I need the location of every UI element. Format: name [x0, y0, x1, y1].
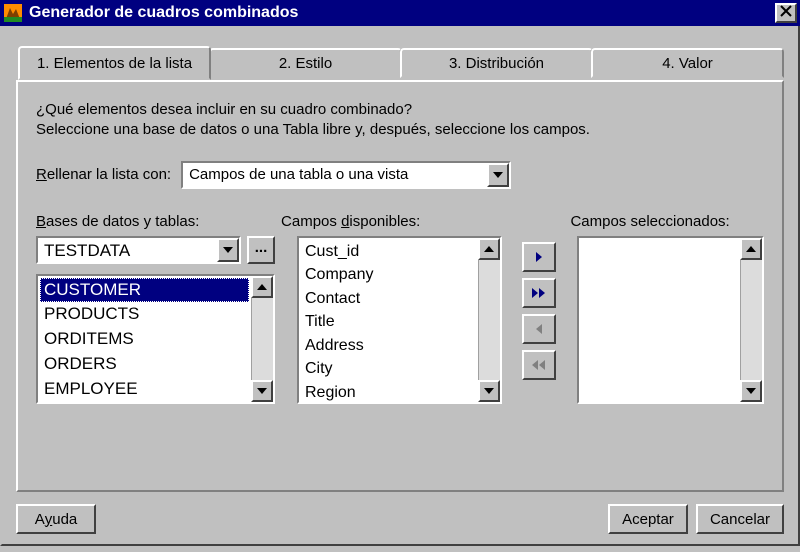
list-item[interactable]: Cust_id	[301, 240, 476, 264]
scroll-down-button[interactable]	[251, 380, 273, 402]
scroll-track[interactable]	[740, 260, 762, 380]
double-arrow-right-icon	[531, 287, 547, 299]
list-item[interactable]: PRODUCTS	[40, 302, 249, 327]
db-label-rest: ases de datos y tablas:	[46, 213, 199, 230]
list-item[interactable]: CUSTOMER	[40, 278, 249, 303]
tab-panel: ¿Qué elementos desea incluir en su cuadr…	[16, 80, 784, 492]
scroll-up-button[interactable]	[478, 238, 500, 260]
available-fields-listbox[interactable]: Cust_id Company Contact Title Address Ci…	[297, 236, 502, 404]
tab-distribution[interactable]: 3. Distribución	[400, 48, 593, 78]
app-icon	[3, 3, 23, 23]
fill-label: Rellenar la lista con:	[36, 166, 171, 183]
tab-value[interactable]: 4. Valor	[591, 48, 784, 78]
chevron-up-icon	[746, 246, 756, 252]
chevron-down-icon	[223, 247, 233, 253]
tab-strip: 1. Elementos de la lista 2. Estilo 3. Di…	[16, 46, 784, 80]
chevron-down-icon	[257, 388, 267, 394]
window-title: Generador de cuadros combinados	[29, 4, 775, 22]
fill-combo[interactable]: Campos de una tabla o una vista	[181, 161, 511, 189]
list-item[interactable]: EMPLOYEE	[40, 377, 249, 401]
selected-fields-list[interactable]	[579, 238, 740, 402]
fill-row: Rellenar la lista con: Campos de una tab…	[36, 161, 764, 189]
scroll-track[interactable]	[251, 298, 273, 380]
chevron-up-icon	[257, 284, 267, 290]
selected-fields-listbox[interactable]	[577, 236, 764, 404]
title-bar: Generador de cuadros combinados	[0, 0, 800, 26]
tab-elements[interactable]: 1. Elementos de la lista	[18, 46, 211, 80]
scroll-down-button[interactable]	[740, 380, 762, 402]
help-button[interactable]: Ayuda	[16, 504, 96, 534]
scroll-track[interactable]	[478, 260, 500, 380]
tables-listbox[interactable]: CUSTOMER PRODUCTS ORDITEMS ORDERS EMPLOY…	[36, 274, 275, 404]
list-item[interactable]: Region	[301, 381, 476, 401]
sel-label: Campos seleccionados:	[570, 213, 764, 230]
remove-button[interactable]	[522, 314, 556, 344]
arrow-left-icon	[534, 323, 544, 335]
close-button[interactable]	[775, 3, 797, 23]
list-item[interactable]: Address	[301, 334, 476, 358]
scroll-down-button[interactable]	[478, 380, 500, 402]
tab-style[interactable]: 2. Estilo	[209, 48, 402, 78]
avail-scrollbar[interactable]	[478, 238, 500, 402]
avail-label: Campos disponibles:	[281, 213, 493, 230]
fill-label-rest: ellenar la lista con:	[47, 166, 171, 183]
chevron-up-icon	[484, 246, 494, 252]
intro-line2: Seleccione una base de datos o una Tabla…	[36, 120, 764, 140]
browse-button[interactable]: ...	[247, 236, 275, 264]
cancel-button[interactable]: Cancelar	[696, 504, 784, 534]
scroll-up-button[interactable]	[251, 276, 273, 298]
list-item[interactable]: ORDERS	[40, 352, 249, 377]
chevron-down-icon	[484, 388, 494, 394]
intro-line1: ¿Qué elementos desea incluir en su cuadr…	[36, 100, 764, 120]
database-combo-text: TESTDATA	[38, 238, 217, 262]
database-combo-button[interactable]	[217, 238, 239, 262]
available-fields-list[interactable]: Cust_id Company Contact Title Address Ci…	[299, 238, 478, 402]
database-combo[interactable]: TESTDATA	[36, 236, 241, 264]
fill-combo-text: Campos de una tabla o una vista	[183, 163, 487, 187]
list-item[interactable]: City	[301, 357, 476, 381]
db-label: Bases de datos y tablas:	[36, 213, 259, 230]
arrow-right-icon	[534, 251, 544, 263]
tables-list[interactable]: CUSTOMER PRODUCTS ORDITEMS ORDERS EMPLOY…	[38, 276, 251, 402]
sel-scrollbar[interactable]	[740, 238, 762, 402]
ok-button[interactable]: Aceptar	[608, 504, 688, 534]
list-item[interactable]: Title	[301, 310, 476, 334]
remove-all-button[interactable]	[522, 350, 556, 380]
fill-label-accel: R	[36, 166, 47, 183]
add-all-button[interactable]	[522, 278, 556, 308]
chevron-down-icon	[493, 172, 503, 178]
list-item[interactable]: Company	[301, 263, 476, 287]
add-button[interactable]	[522, 242, 556, 272]
scroll-up-button[interactable]	[740, 238, 762, 260]
tables-scrollbar[interactable]	[251, 276, 273, 402]
double-arrow-left-icon	[531, 359, 547, 371]
db-label-accel: B	[36, 213, 46, 230]
list-item[interactable]: Contact	[301, 287, 476, 311]
intro-text: ¿Qué elementos desea incluir en su cuadr…	[36, 100, 764, 141]
list-item[interactable]: ORDITEMS	[40, 327, 249, 352]
chevron-down-icon	[746, 388, 756, 394]
fill-combo-button[interactable]	[487, 163, 509, 187]
